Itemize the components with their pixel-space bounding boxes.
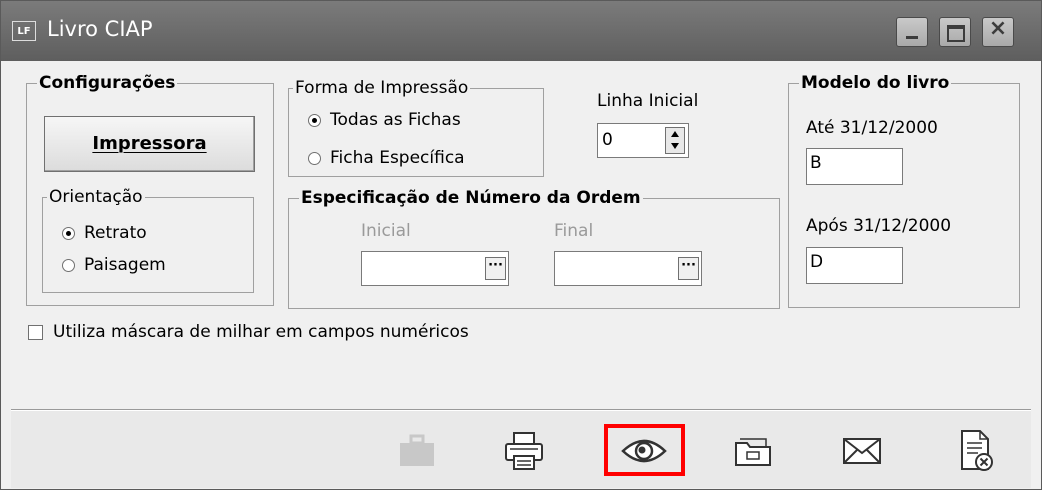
radio-selected-icon [308, 113, 321, 127]
lookup-ellipsis-icon[interactable]: ··· [678, 257, 699, 280]
linha-inicial-value: 0 [602, 130, 613, 150]
title-bar[interactable]: LF Livro CIAP × [1, 1, 1041, 61]
printer-icon [505, 432, 543, 470]
especificacao-legend: Especificação de Número da Ordem [299, 188, 643, 208]
lookup-ellipsis-icon[interactable]: ··· [485, 257, 506, 280]
checkbox-unchecked-icon [28, 324, 43, 340]
folder-icon [735, 438, 771, 466]
impressora-button[interactable]: Impressora [44, 116, 255, 172]
ficha-especifica-label: Ficha Específica [330, 148, 465, 168]
document-close-icon [961, 430, 993, 471]
radio-todas-fichas[interactable]: Todas as Fichas [308, 110, 461, 130]
todas-fichas-label: Todas as Fichas [330, 110, 461, 130]
impressora-label: Impressora [92, 133, 207, 154]
briefcase-icon [400, 434, 434, 466]
radio-unselected-icon [62, 258, 75, 272]
tool-close-document[interactable] [949, 429, 1003, 473]
modelo-livro-legend: Modelo do livro [799, 73, 952, 93]
orientacao-group: Orientação [42, 187, 254, 293]
tool-email[interactable] [835, 429, 889, 473]
apos-2000-input[interactable]: D [806, 247, 903, 284]
radio-paisagem[interactable]: Paisagem [62, 255, 166, 275]
inicial-lookup[interactable]: ··· [361, 251, 509, 286]
app-logo-icon: LF [12, 21, 36, 41]
livro-ciap-window: LF Livro CIAP × Configurações Impressora… [0, 0, 1042, 490]
apos-2000-label: Após 31/12/2000 [806, 216, 952, 236]
retrato-label: Retrato [84, 223, 147, 243]
orientacao-legend: Orientação [47, 187, 145, 207]
spin-arrows-icon[interactable] [665, 127, 685, 154]
highlight-box [604, 424, 685, 476]
linha-inicial-label: Linha Inicial [597, 91, 699, 111]
tool-briefcase[interactable] [390, 429, 444, 473]
tool-folder[interactable] [726, 429, 780, 473]
maximize-button[interactable] [939, 17, 971, 47]
radio-retrato[interactable]: Retrato [62, 223, 147, 243]
close-button[interactable]: × [982, 16, 1014, 47]
ate-2000-input[interactable]: B [806, 148, 903, 185]
inicial-label: Inicial [361, 221, 411, 241]
minimize-button[interactable] [896, 17, 928, 47]
window-title: Livro CIAP [47, 17, 153, 41]
tool-print[interactable] [497, 429, 551, 473]
paisagem-label: Paisagem [84, 255, 166, 275]
final-label: Final [554, 221, 594, 241]
forma-impressao-legend: Forma de Impressão [293, 78, 471, 98]
ate-2000-label: Até 31/12/2000 [806, 118, 938, 138]
radio-unselected-icon [308, 151, 321, 165]
final-lookup[interactable]: ··· [554, 251, 702, 286]
mascara-milhar-label: Utiliza máscara de milhar em campos numé… [53, 322, 469, 342]
radio-selected-icon [62, 226, 75, 240]
linha-inicial-spinner[interactable]: 0 [597, 123, 689, 158]
radio-ficha-especifica[interactable]: Ficha Específica [308, 148, 465, 168]
close-icon: × [988, 16, 1008, 41]
configuracoes-legend: Configurações [37, 73, 178, 93]
mascara-milhar-checkbox[interactable]: Utiliza máscara de milhar em campos numé… [28, 322, 469, 342]
envelope-icon [843, 438, 881, 464]
